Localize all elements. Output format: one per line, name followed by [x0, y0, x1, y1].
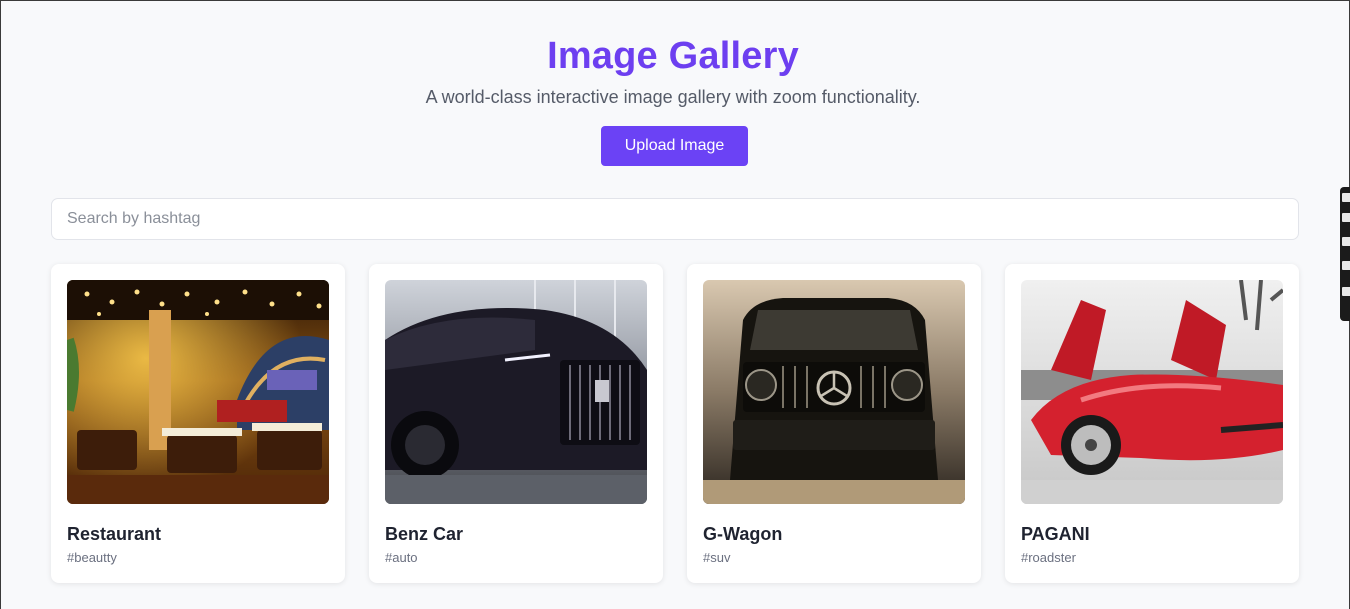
- square-icon[interactable]: [1342, 237, 1350, 246]
- hashtag-search-input[interactable]: [51, 198, 1299, 240]
- suv-image[interactable]: [703, 280, 965, 504]
- gallery-card[interactable]: Benz Car #auto: [369, 264, 663, 583]
- card-hashtag: #auto: [385, 550, 418, 565]
- camera-icon[interactable]: [1342, 213, 1350, 222]
- card-title: G-Wagon: [703, 524, 783, 544]
- card-title: Benz Car: [385, 524, 464, 544]
- side-toolbar[interactable]: [1340, 187, 1350, 321]
- gallery-card[interactable]: G-Wagon #suv: [687, 264, 981, 583]
- browser-frame: Image Gallery A world-class interactive …: [0, 0, 1350, 609]
- card-title: Restaurant: [67, 524, 162, 544]
- gear-icon[interactable]: [1342, 287, 1350, 296]
- card-hashtag: #beautty: [67, 550, 117, 565]
- upload-image-button[interactable]: Upload Image: [601, 126, 748, 166]
- copy-icon[interactable]: [1342, 261, 1350, 270]
- link-icon[interactable]: [1342, 193, 1350, 202]
- gallery-card[interactable]: Restaurant #beautty: [51, 264, 345, 583]
- supercar-image[interactable]: [1021, 280, 1283, 504]
- page-subtitle: A world-class interactive image gallery …: [425, 87, 921, 107]
- page-title: Image Gallery: [547, 35, 799, 77]
- gallery-card[interactable]: PAGANI #roadster: [1005, 264, 1299, 583]
- card-title: PAGANI: [1021, 524, 1090, 544]
- restaurant-image[interactable]: [67, 280, 329, 504]
- card-hashtag: #suv: [703, 550, 731, 565]
- card-hashtag: #roadster: [1021, 550, 1076, 565]
- car-image[interactable]: [385, 280, 647, 504]
